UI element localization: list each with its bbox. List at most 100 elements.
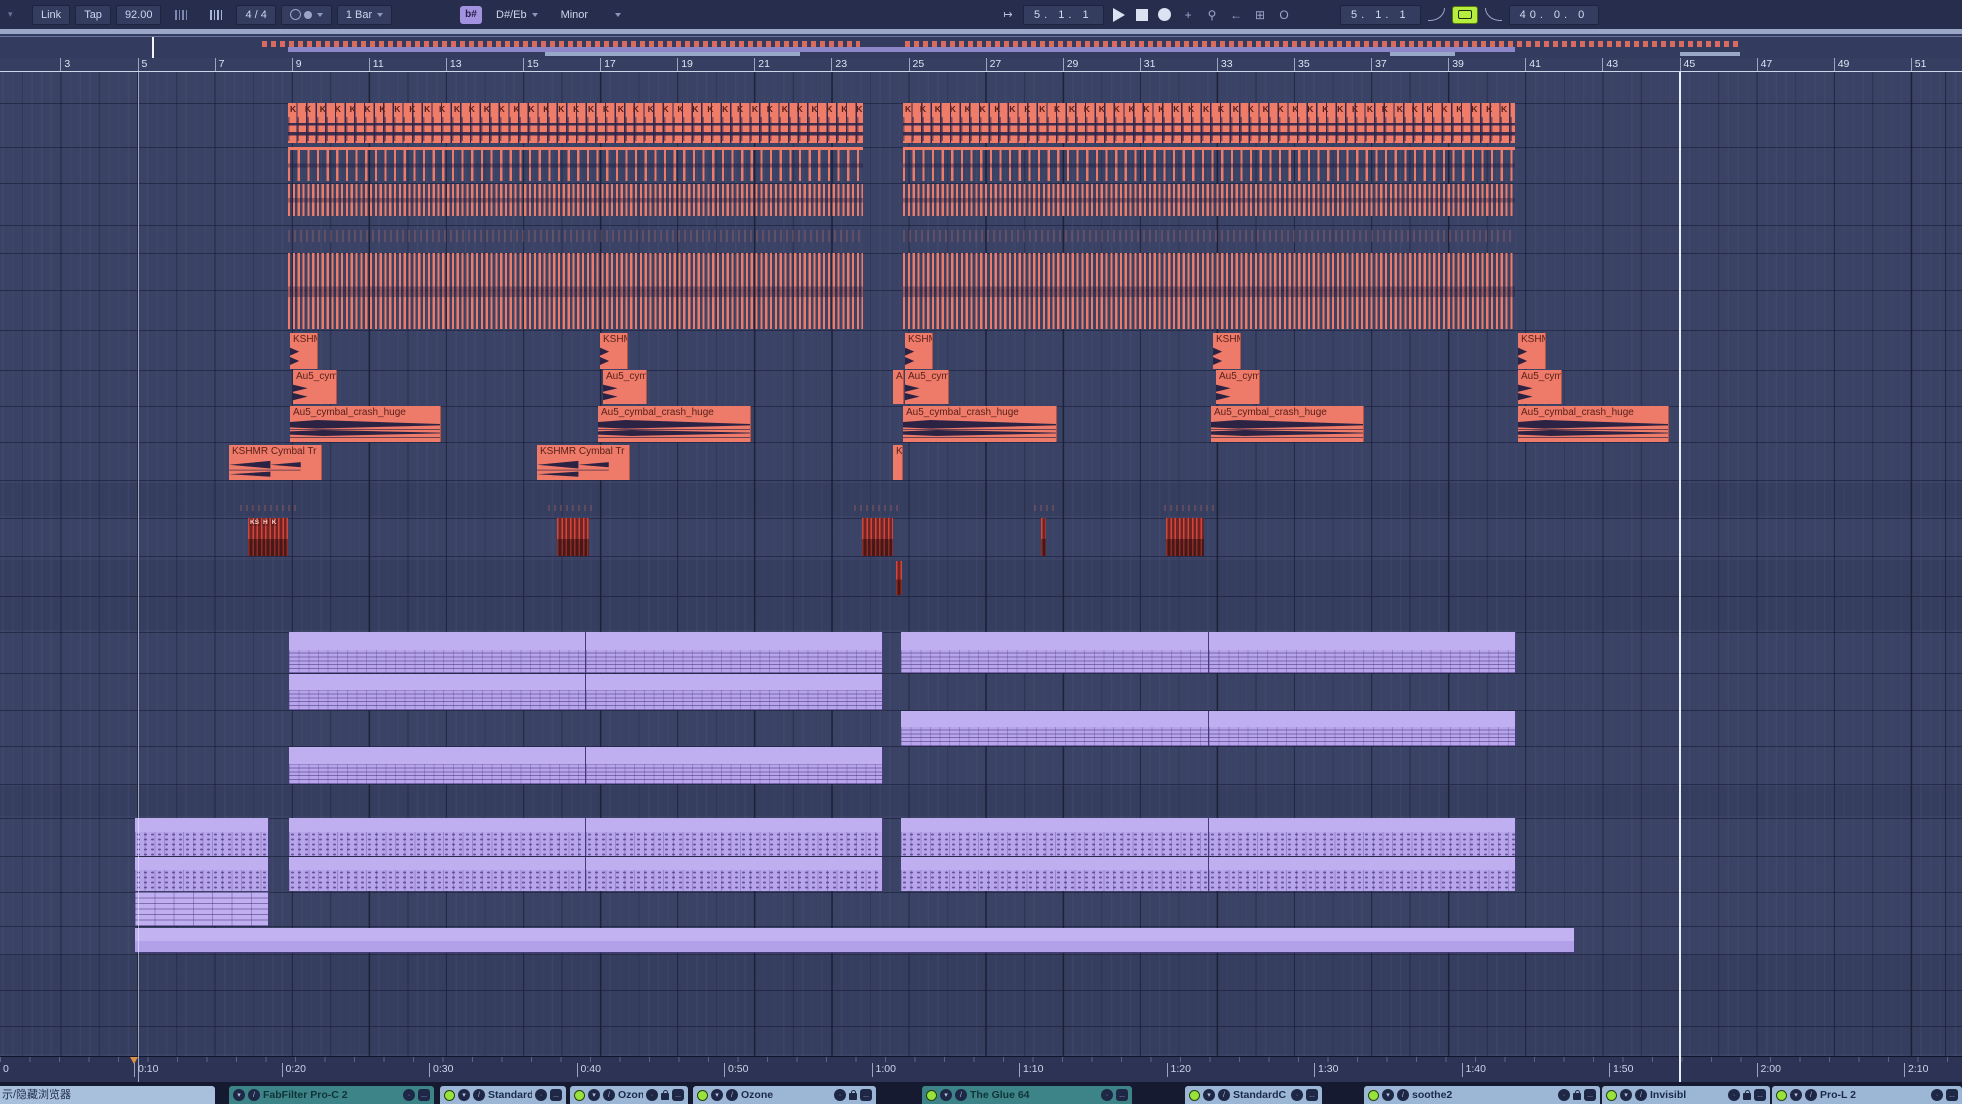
device-fold-icon[interactable]: ▾ xyxy=(458,1089,470,1101)
device-more-icon[interactable]: ... xyxy=(550,1089,562,1101)
back-to-arrangement-icon[interactable]: ← xyxy=(1228,6,1245,23)
device-header[interactable]: ▾/StandardC·... xyxy=(440,1086,566,1104)
device-fold-icon[interactable]: ▾ xyxy=(1790,1089,1802,1101)
audio-clip-red-cluster[interactable] xyxy=(1041,518,1046,556)
device-edit-icon[interactable]: / xyxy=(1397,1089,1409,1101)
browser-toggle-label[interactable]: 示/隐藏浏览器 xyxy=(0,1086,215,1104)
audio-clip-transients-2[interactable] xyxy=(903,184,1515,216)
midi-clip-dots[interactable] xyxy=(586,857,883,891)
audio-clip-au5cym[interactable]: Au5_cym xyxy=(293,370,337,404)
device-activator-led[interactable] xyxy=(1189,1090,1200,1101)
automation-mode-icon[interactable]: O xyxy=(1276,6,1293,23)
midi-clip-dots[interactable] xyxy=(901,857,1209,891)
record-button[interactable] xyxy=(1157,7,1173,23)
audio-clip-kshm[interactable]: KSHM xyxy=(600,333,628,369)
nudge-down-icon[interactable] xyxy=(166,5,196,25)
device-lock-icon[interactable] xyxy=(849,1093,857,1100)
audio-clip-crash[interactable]: Au5_cymbal_crash_huge xyxy=(1211,406,1364,442)
midi-clip-dots[interactable] xyxy=(901,818,1209,856)
audio-clip-crash[interactable]: Au5_cymbal_crash_huge xyxy=(598,406,751,442)
time-ruler[interactable]: 00:100:200:300:400:501:001:101:201:301:4… xyxy=(0,1056,1962,1083)
arrangement-overview[interactable] xyxy=(0,36,1962,60)
device-activator-led[interactable] xyxy=(1776,1090,1787,1101)
device-fold-icon[interactable]: ▾ xyxy=(1620,1089,1632,1101)
audio-clip-group-k[interactable]: K K K K K K K K K K K K K K K K K K K K … xyxy=(288,103,863,143)
tap-tempo-button[interactable]: Tap xyxy=(75,5,111,25)
midi-clip-bar[interactable] xyxy=(135,928,1575,953)
arrangement-canvas[interactable]: K K K K K K K K K K K K K K K K K K K K … xyxy=(0,72,1962,1056)
device-activator-led[interactable] xyxy=(1368,1090,1379,1101)
midi-clip-midi[interactable] xyxy=(289,674,586,710)
device-fold-icon[interactable]: ▾ xyxy=(588,1089,600,1101)
scale-root-menu[interactable]: D#/Eb xyxy=(487,5,547,25)
device-fold-icon[interactable]: ▾ xyxy=(1203,1089,1215,1101)
nudge-up-icon[interactable] xyxy=(201,5,231,25)
midi-clip-midi[interactable] xyxy=(586,674,883,710)
device-more-icon[interactable]: ... xyxy=(418,1089,430,1101)
device-header[interactable]: ▾/Ozone·... xyxy=(570,1086,688,1104)
device-fold-icon[interactable]: ▾ xyxy=(940,1089,952,1101)
device-activator-led[interactable] xyxy=(444,1090,455,1101)
midi-clip-midi[interactable] xyxy=(1209,711,1516,746)
metronome-menu-caret[interactable] xyxy=(317,13,323,17)
punch-out-icon[interactable] xyxy=(1485,8,1502,21)
device-more-icon[interactable]: ... xyxy=(1946,1089,1958,1101)
device-more-icon[interactable]: ... xyxy=(860,1089,872,1101)
device-more-icon[interactable]: ... xyxy=(1584,1089,1596,1101)
draw-mode-icon[interactable]: ⊞ xyxy=(1252,6,1269,23)
device-fold-icon[interactable]: ▾ xyxy=(1382,1089,1394,1101)
device-header[interactable]: ▾/The Glue 64·... xyxy=(922,1086,1132,1104)
device-more-icon[interactable]: ... xyxy=(1116,1089,1128,1101)
device-activator-led[interactable] xyxy=(697,1090,708,1101)
device-edit-icon[interactable]: / xyxy=(1218,1089,1230,1101)
audio-clip-kshm[interactable]: KSHM xyxy=(905,333,933,369)
device-header[interactable]: ▾/FabFilter Pro-C 2·... xyxy=(229,1086,434,1104)
midi-clip-dots[interactable] xyxy=(1209,818,1516,856)
time-signature-field[interactable]: 4 / 4 xyxy=(236,5,275,25)
audio-clip-red-cluster[interactable] xyxy=(1166,518,1204,556)
audio-clip-kshm[interactable]: KSHM xyxy=(1518,333,1546,369)
device-edit-icon[interactable]: / xyxy=(955,1089,967,1101)
bar-ruler[interactable]: 3579111315171921232527293133353739414345… xyxy=(0,58,1962,72)
midi-clip-midi[interactable] xyxy=(586,632,883,673)
midi-clip-midi[interactable] xyxy=(289,632,586,673)
device-more-icon[interactable]: ... xyxy=(1306,1089,1318,1101)
device-activator-led[interactable] xyxy=(574,1090,585,1101)
audio-clip-mini[interactable]: K xyxy=(893,445,903,480)
audio-clip-kshmr[interactable]: KSHMR Cymbal Tr xyxy=(537,445,630,480)
scale-name-menu[interactable]: Minor xyxy=(552,5,630,25)
device-lock-icon[interactable] xyxy=(1573,1093,1581,1100)
audio-clip-group-k[interactable]: K K K K K K K K K K K K K K K K K K K K … xyxy=(903,103,1515,143)
device-edit-icon[interactable]: / xyxy=(248,1089,260,1101)
stop-button[interactable] xyxy=(1134,7,1150,23)
device-edit-icon[interactable]: / xyxy=(726,1089,738,1101)
device-fold-icon[interactable]: ▾ xyxy=(711,1089,723,1101)
tempo-field[interactable]: 92.00 xyxy=(116,5,162,25)
device-edit-icon[interactable]: / xyxy=(1635,1089,1647,1101)
audio-clip-transients-3[interactable] xyxy=(288,253,863,329)
follow-icon[interactable]: ↦ xyxy=(1000,7,1016,23)
midi-clip-dots[interactable] xyxy=(289,857,586,891)
audio-clip-kshm[interactable]: KSHM xyxy=(290,333,318,369)
audio-clip-red-cluster[interactable] xyxy=(557,518,589,556)
device-hotswap-icon[interactable]: · xyxy=(535,1089,547,1101)
device-activator-led[interactable] xyxy=(926,1090,937,1101)
loop-switch[interactable] xyxy=(1452,6,1478,24)
audio-clip-au5cym[interactable]: Au5_cym xyxy=(1518,370,1562,404)
audio-clip-crash[interactable]: Au5_cymbal_crash_huge xyxy=(1518,406,1669,442)
midi-clip-dots[interactable] xyxy=(586,818,883,856)
overdub-plus-icon[interactable]: + xyxy=(1180,6,1197,23)
audio-clip-kshmr[interactable]: KSHMR Cymbal Tr xyxy=(229,445,322,480)
midi-clip-dots[interactable] xyxy=(135,857,269,891)
audio-clip-red-cluster[interactable]: KSHK xyxy=(248,518,288,556)
audio-clip-mini[interactable]: A xyxy=(893,370,904,404)
loop-start-display[interactable]: 5. 1. 1 xyxy=(1340,5,1421,25)
midi-clip-midi[interactable] xyxy=(901,711,1209,746)
device-hotswap-icon[interactable]: · xyxy=(1931,1089,1943,1101)
device-header[interactable]: ▾/Invisibl·... xyxy=(1602,1086,1770,1104)
midi-clip-midi[interactable] xyxy=(1209,632,1516,673)
device-activator-led[interactable] xyxy=(1606,1090,1617,1101)
audio-clip-transients-3[interactable] xyxy=(903,253,1515,329)
audio-clip-crash[interactable]: Au5_cymbal_crash_huge xyxy=(903,406,1057,442)
capture-midi-icon[interactable]: ⚲ xyxy=(1204,6,1221,23)
